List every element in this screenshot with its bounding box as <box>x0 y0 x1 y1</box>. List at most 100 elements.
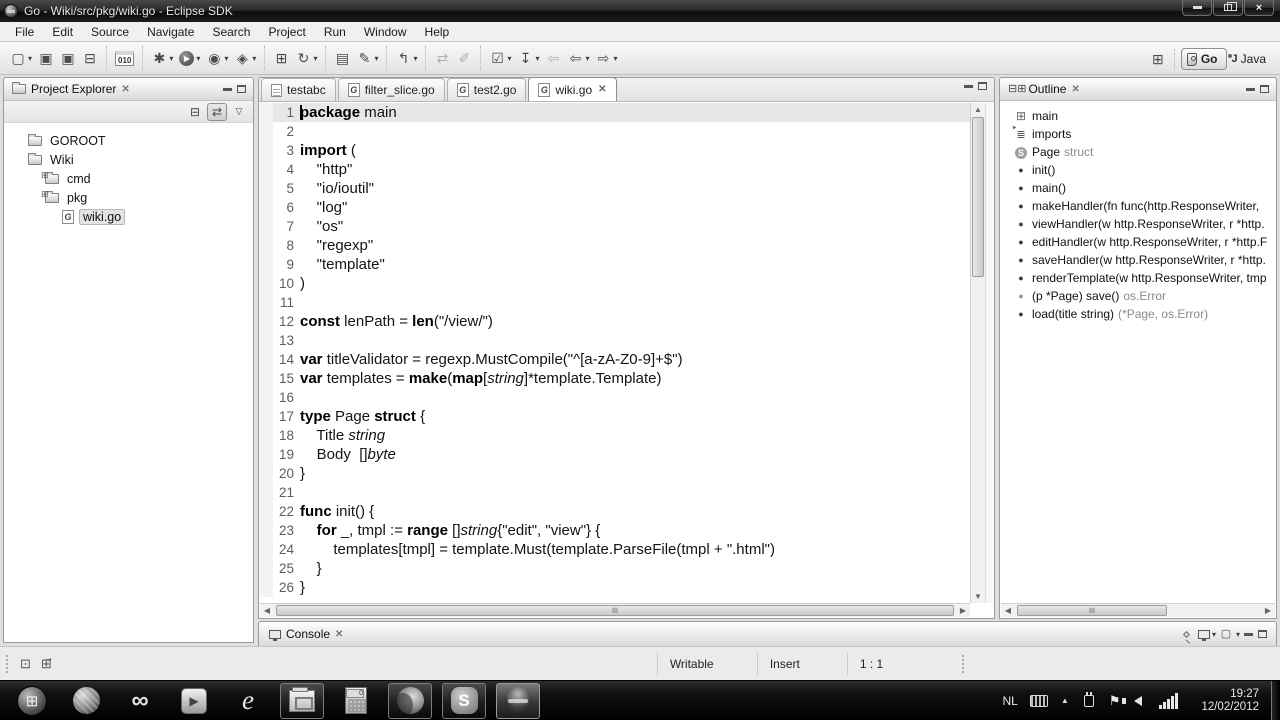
back-to-edit-button[interactable]: ⇦ <box>544 48 564 68</box>
scroll-down-icon[interactable]: ▼ <box>971 590 985 603</box>
outline-item[interactable]: ● makeHandler(fn func(http.ResponseWriter… <box>1000 197 1276 215</box>
menu-item-window[interactable]: Window <box>355 23 416 41</box>
network-globe-icon[interactable] <box>64 683 108 719</box>
vertical-scrollbar[interactable]: ▲ ▼ <box>970 103 985 603</box>
scroll-left-icon[interactable]: ◀ <box>260 604 274 618</box>
scroll-left-icon[interactable]: ◀ <box>1001 604 1015 618</box>
vertical-scroll-thumb[interactable] <box>972 117 984 277</box>
run-button[interactable]: ▶ ▾ <box>177 49 202 68</box>
outline-item[interactable]: ● viewHandler(w http.ResponseWriter, r *h… <box>1000 215 1276 233</box>
eclipse-button[interactable] <box>496 682 540 719</box>
menu-item-edit[interactable]: Edit <box>43 23 82 41</box>
outline-scroll-thumb[interactable]: ⦀⦀ <box>1017 605 1167 616</box>
outline-item[interactable]: ⊞ main <box>1000 107 1276 125</box>
debug-button[interactable]: ✱ ▾ <box>149 48 175 68</box>
action-center-flag-icon[interactable]: ⚑ <box>1109 693 1121 709</box>
tree-item-GOROOT[interactable]: GOROOT <box>4 131 253 150</box>
save-button[interactable]: ▣ <box>36 48 56 68</box>
minimize-button[interactable] <box>1182 0 1212 16</box>
tree-item-Wiki[interactable]: Wiki <box>4 150 253 169</box>
network-signal-icon[interactable] <box>1159 692 1179 709</box>
editor-tab-testabc[interactable]: testabc <box>261 78 336 101</box>
close-view-icon[interactable]: ✕ <box>121 84 129 95</box>
project-explorer-tab[interactable]: Project Explorer ✕ <box>8 78 134 100</box>
minimize-view-button[interactable] <box>1244 632 1253 636</box>
outline-item[interactable]: ● main() <box>1000 179 1276 197</box>
maximize-editor-button[interactable] <box>978 82 987 90</box>
annotation-pen-button[interactable]: ✎ ▾ <box>354 48 380 68</box>
open-console-button[interactable]: ▢ ▾ <box>1219 625 1240 643</box>
start-button[interactable]: ⊞ <box>10 683 54 719</box>
calculator-button[interactable] <box>334 683 378 719</box>
outline-item[interactable]: S Page struct <box>1000 143 1276 161</box>
outline-item[interactable]: ● init() <box>1000 161 1276 179</box>
display-console-button[interactable]: ▾ <box>1197 625 1217 643</box>
save-all-button[interactable]: ▣ <box>58 48 78 68</box>
editor-tab-test2-go[interactable]: Gtest2.go <box>446 78 527 101</box>
print-button[interactable]: ⊟ <box>80 48 100 68</box>
skype-button[interactable]: S <box>442 682 486 719</box>
show-desktop-button[interactable] <box>1271 680 1280 720</box>
outline-tab[interactable]: ⊟⊞ Outline ✕ <box>1004 78 1084 100</box>
perspective-java-button[interactable]: J Java <box>1227 49 1274 69</box>
maximize-view-button[interactable] <box>1258 630 1267 638</box>
menu-item-run[interactable]: Run <box>315 23 355 41</box>
binary-literals-button[interactable]: 010 <box>113 49 136 68</box>
pin-console-icon[interactable] <box>1182 630 1191 638</box>
minimize-view-button[interactable] <box>223 87 232 91</box>
firefox-button[interactable] <box>388 682 432 719</box>
horizontal-scrollbar[interactable]: ◀ ⦀⦀ ▶ <box>260 603 970 617</box>
power-plug-icon[interactable] <box>1083 691 1094 707</box>
horizontal-scroll-thumb[interactable]: ⦀⦀ <box>276 605 954 616</box>
internet-explorer-icon[interactable]: e <box>226 683 270 719</box>
outline-horizontal-scrollbar[interactable]: ◀ ⦀⦀ ▶ <box>1001 603 1275 617</box>
open-perspective-button[interactable]: ⊞ <box>1148 50 1168 68</box>
outline-item[interactable]: ● saveHandler(w http.ResponseWriter, r *h… <box>1000 251 1276 269</box>
last-edit-location-button[interactable]: ↰ ▾ <box>393 48 419 68</box>
outline-item[interactable]: ≣ imports <box>1000 125 1276 143</box>
scroll-up-icon[interactable]: ▲ <box>971 103 985 116</box>
next-annotation-button[interactable]: ↧ ▾ <box>516 48 542 68</box>
external-tools-button[interactable]: ◈ ▾ <box>232 48 258 68</box>
menu-item-help[interactable]: Help <box>416 23 459 41</box>
menu-item-project[interactable]: Project <box>259 23 314 41</box>
infinity-app-icon[interactable]: ∞ <box>118 683 162 719</box>
keyboard-icon[interactable] <box>1029 694 1048 707</box>
link-with-editor-button[interactable]: ⇄ <box>207 102 227 121</box>
media-player-icon[interactable]: ▶ <box>172 683 216 719</box>
maximize-view-button[interactable] <box>237 85 246 93</box>
outline-item[interactable]: ● load(title string) (*Page, os.Error) <box>1000 305 1276 323</box>
language-indicator[interactable]: NL <box>1003 694 1018 708</box>
new-element-button[interactable]: ↻ ▾ <box>293 48 319 68</box>
collapse-all-button[interactable]: ⊟ <box>185 103 205 121</box>
new-project-button[interactable]: ⊞ <box>271 48 291 68</box>
tree-item-wiki-go[interactable]: Gwiki.go <box>4 207 253 226</box>
back-button[interactable]: ⇦ ▾ <box>566 48 592 68</box>
show-view-button[interactable]: ⊞⃗ <box>41 656 52 672</box>
run-history-button[interactable]: ◉ ▾ <box>204 48 230 68</box>
clear-button[interactable]: ✐ <box>454 48 474 68</box>
forward-button[interactable]: ⇨ ▾ <box>594 48 620 68</box>
close-tab-icon[interactable]: ✕ <box>598 84 606 95</box>
console-tab[interactable]: Console ✕ <box>265 622 347 646</box>
menu-item-navigate[interactable]: Navigate <box>138 23 203 41</box>
view-menu-button[interactable]: ▽ <box>229 103 249 121</box>
task-list-button[interactable]: ☑ ▾ <box>487 48 513 68</box>
close-button[interactable]: × <box>1244 0 1274 16</box>
maximize-view-button[interactable] <box>1260 85 1269 93</box>
refresh-button[interactable]: ⇄ <box>432 48 452 68</box>
outline-item[interactable]: ● renderTemplate(w http.ResponseWriter, t… <box>1000 269 1276 287</box>
minimize-editor-button[interactable] <box>964 84 973 88</box>
tree-item-pkg[interactable]: pkg <box>4 188 253 207</box>
minimize-view-button[interactable] <box>1246 87 1255 91</box>
menu-item-search[interactable]: Search <box>203 23 259 41</box>
outline-item[interactable]: ● (p *Page) save() os.Error <box>1000 287 1276 305</box>
close-view-icon[interactable]: ✕ <box>1071 84 1079 95</box>
scroll-right-icon[interactable]: ▶ <box>1261 604 1275 618</box>
fast-view-button[interactable]: ⊡ <box>20 656 31 672</box>
tree-item-cmd[interactable]: cmd <box>4 169 253 188</box>
scroll-right-icon[interactable]: ▶ <box>956 604 970 618</box>
perspective-go-button[interactable]: Go <box>1180 48 1227 70</box>
clock[interactable]: 19:27 12/02/2012 <box>1201 688 1259 714</box>
open-resource-button[interactable]: ▤ <box>332 48 352 68</box>
